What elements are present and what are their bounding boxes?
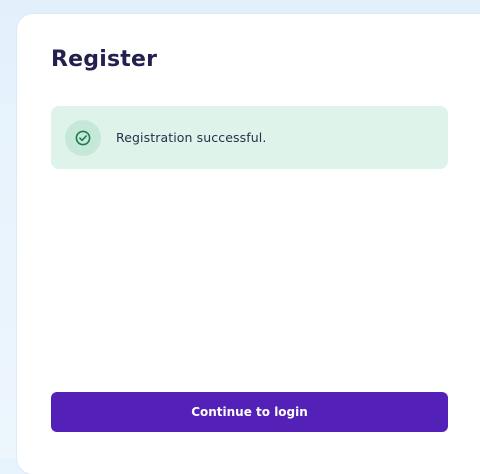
page-title: Register — [51, 47, 158, 72]
success-alert: Registration successful. — [51, 106, 448, 169]
continue-to-login-button[interactable]: Continue to login — [51, 392, 448, 432]
check-circle-icon — [65, 119, 101, 156]
alert-message: Registration successful. — [116, 130, 267, 145]
register-card: Register Registration successful. Contin… — [17, 14, 480, 474]
